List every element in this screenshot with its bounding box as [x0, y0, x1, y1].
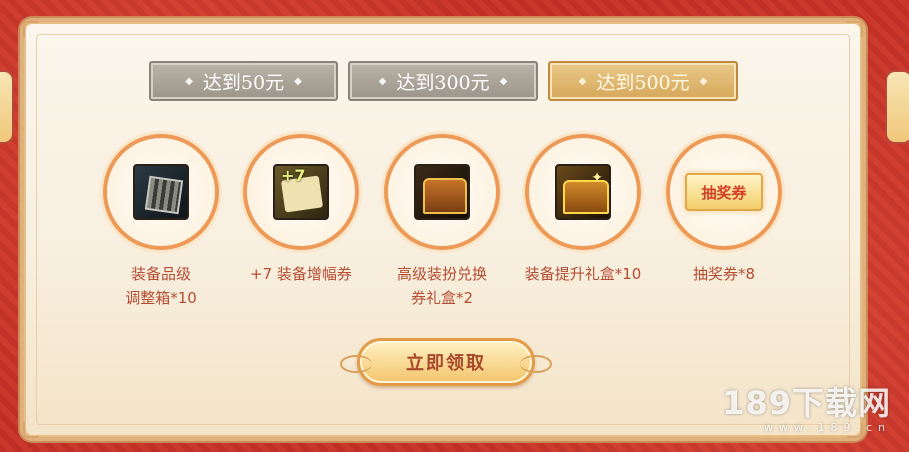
tab-reach-300[interactable]: ◆ 达到300元 ◆: [348, 61, 538, 101]
treasure-chest-icon: [414, 164, 470, 220]
reward-caption-4: 装备提升礼盒*10: [524, 265, 642, 283]
reward-slot-3[interactable]: [384, 134, 500, 250]
gift-chest-icon: ✦: [555, 164, 611, 220]
ornament-wing-left: [340, 355, 372, 373]
tab-label: 达到300元: [396, 71, 490, 94]
corner-ornament: [23, 21, 39, 37]
watermark-url: www.189.cn: [764, 421, 891, 434]
lottery-ticket-icon: 抽奖券: [685, 173, 763, 211]
diamond-icon: ◆: [185, 75, 193, 87]
reward-caption-2: +7 装备增幅券: [250, 265, 352, 283]
corner-ornament: [23, 422, 39, 438]
reward-slot-1[interactable]: [103, 134, 219, 250]
tab-label: 达到500元: [596, 71, 690, 94]
equipment-grade-box-icon: [133, 164, 189, 220]
diamond-icon: ◆: [578, 75, 587, 87]
reward-caption-1: 装备品级 调整箱*10: [125, 265, 197, 307]
claim-button-label: 立即领取: [357, 338, 535, 386]
reward-caption-5: 抽奖券*8: [692, 265, 756, 283]
diamond-icon: ◆: [378, 75, 387, 87]
ornament-wing-right: [520, 355, 552, 373]
tab-reach-50[interactable]: ◆ 达到50元 ◆: [149, 61, 338, 101]
diamond-icon: ◆: [499, 75, 508, 87]
lantern-right: [885, 70, 909, 144]
reward-slot-2[interactable]: +7: [243, 134, 359, 250]
reward-slot-4[interactable]: ✦: [525, 134, 641, 250]
claim-button[interactable]: 立即领取: [340, 335, 552, 389]
tab-label: 达到50元: [202, 71, 285, 94]
lantern-left: [0, 70, 14, 144]
amplify-scroll-icon: +7: [273, 164, 329, 220]
watermark-title: 189下载网: [722, 384, 891, 422]
site-watermark: 189下载网 www.189.cn: [722, 385, 891, 435]
reward-caption-3: 高级装扮兑换 券礼盒*2: [396, 265, 487, 307]
tab-reach-500[interactable]: ◆ 达到500元 ◆: [548, 61, 738, 101]
reward-slot-5[interactable]: 抽奖券: [666, 134, 782, 250]
diamond-icon: ◆: [294, 75, 302, 87]
corner-ornament: [847, 21, 863, 37]
diamond-icon: ◆: [699, 75, 708, 87]
